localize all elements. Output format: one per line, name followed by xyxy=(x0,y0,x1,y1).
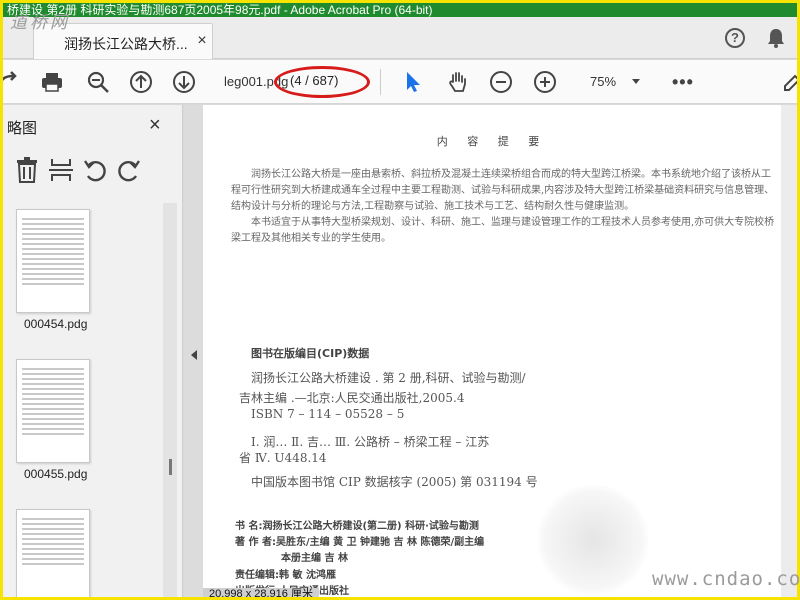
page-up-icon[interactable] xyxy=(129,70,153,94)
page-down-icon[interactable] xyxy=(172,70,196,94)
share-icon[interactable] xyxy=(0,70,21,94)
panel-scrollbar[interactable] xyxy=(163,203,177,597)
thumbnail-label: 000454.pdg xyxy=(24,317,88,331)
zoom-select[interactable]: 75% xyxy=(590,74,616,89)
thumbnail-label: 000455.pdg xyxy=(24,467,88,481)
rotate-left-icon[interactable] xyxy=(83,157,107,183)
library-stamp xyxy=(533,485,653,595)
zoom-out-icon[interactable] xyxy=(489,70,513,94)
cip-line: ISBN 7 – 114 – 05528 – 5 xyxy=(251,407,405,421)
help-icon[interactable]: ? xyxy=(725,28,745,48)
document-view: 内 容 提 要 润扬长江公路大桥是一座由悬索桥、斜拉桥及混凝土连续梁桥组合而成的… xyxy=(203,105,797,597)
document-scrollbar[interactable] xyxy=(781,105,797,597)
more-options-icon[interactable]: ••• xyxy=(672,72,694,93)
collapse-arrow-icon[interactable] xyxy=(191,350,197,360)
cip-line: Ⅰ. 润… Ⅱ. 吉… Ⅲ. 公路桥 – 桥梁工程 – 江苏 xyxy=(251,435,490,449)
summary-paragraph: 本书适宜于从事特大型桥梁规划、设计、科研、施工、监理与建设管理工作的工程技术人员… xyxy=(231,217,775,244)
toolbar-divider xyxy=(380,69,381,95)
pdf-page: 内 容 提 要 润扬长江公路大桥是一座由悬索桥、斜拉桥及混凝土连续梁桥组合而成的… xyxy=(203,105,781,597)
cip-line: 润扬长江公路大桥建设 . 第 2 册,科研、试验与勘测/ xyxy=(251,371,526,385)
extract-icon[interactable] xyxy=(49,157,73,183)
page-heading: 内 容 提 要 xyxy=(436,135,548,148)
watermark-logo: 道桥网 xyxy=(10,13,70,33)
main-toolbar: leg001.pdg (4 / 687) 75% ••• xyxy=(3,60,797,104)
page-thumbnail[interactable] xyxy=(16,359,90,463)
summary-text: 润扬长江公路大桥是一座由悬索桥、斜拉桥及混凝土连续梁桥组合而成的特大型跨江桥梁。… xyxy=(231,167,777,247)
window-title: 桥建设 第2册 科研实验与勘测687页2005年98元.pdf - Adobe … xyxy=(3,3,797,17)
document-tab-label: 润扬长江公路大桥... xyxy=(64,36,188,52)
trash-icon[interactable] xyxy=(15,157,39,183)
cip-line: 省 Ⅳ. U448.14 xyxy=(239,451,327,465)
panel-close-button[interactable]: × xyxy=(149,114,161,137)
bell-icon[interactable] xyxy=(765,27,787,49)
page-size-indicator: 20.998 x 28.916 厘米 xyxy=(203,588,319,597)
thumbnail-panel: 略图 × 000454.pdg 000455.pdg xyxy=(3,105,183,597)
highlight-oval xyxy=(274,66,370,98)
thumbnail-list: 000454.pdg 000455.pdg xyxy=(3,203,163,597)
select-arrow-icon[interactable] xyxy=(401,70,425,94)
cip-line: 吉林主编 .—北京:人民交通出版社,2005.4 xyxy=(239,391,465,405)
print-icon[interactable] xyxy=(40,70,64,94)
info-line: 著 作 者:吴胜东/主编 黄 卫 钟建驰 吉 林 陈德荣/副主编 xyxy=(235,537,485,548)
info-line: 责任编辑:韩 敏 沈鸿雁 xyxy=(235,570,336,581)
panel-scroll-thumb[interactable] xyxy=(169,459,172,475)
zoom-in-icon[interactable] xyxy=(533,70,557,94)
watermark-url: www.cndao.com xyxy=(652,568,800,590)
chevron-down-icon[interactable] xyxy=(632,79,640,84)
tab-close-button[interactable]: × xyxy=(194,32,210,50)
info-line: 本册主编 吉 林 xyxy=(281,553,348,564)
info-line: 书 名:润扬长江公路大桥建设(第二册) 科研·试验与勘测 xyxy=(235,521,479,532)
panel-toolbar xyxy=(3,153,183,189)
panel-title: 略图 xyxy=(7,120,38,137)
page-thumbnail[interactable] xyxy=(16,209,90,313)
cip-line: 中国版本图书馆 CIP 数据核字 (2005) 第 031194 号 xyxy=(251,475,538,489)
zoom-out-search-icon[interactable] xyxy=(86,70,110,94)
tab-bar: 润扬长江公路大桥... × ? xyxy=(3,17,797,59)
summary-paragraph: 润扬长江公路大桥是一座由悬索桥、斜拉桥及混凝土连续梁桥组合而成的特大型跨江桥梁。… xyxy=(231,169,775,212)
edit-icon[interactable] xyxy=(783,70,799,94)
page-thumbnail[interactable] xyxy=(16,509,90,597)
cip-title: 图书在版编目(CIP)数据 xyxy=(251,347,370,360)
hand-icon[interactable] xyxy=(446,70,470,94)
app-frame: 桥建设 第2册 科研实验与勘测687页2005年98元.pdf - Adobe … xyxy=(0,0,800,600)
rotate-right-icon[interactable] xyxy=(117,157,141,183)
